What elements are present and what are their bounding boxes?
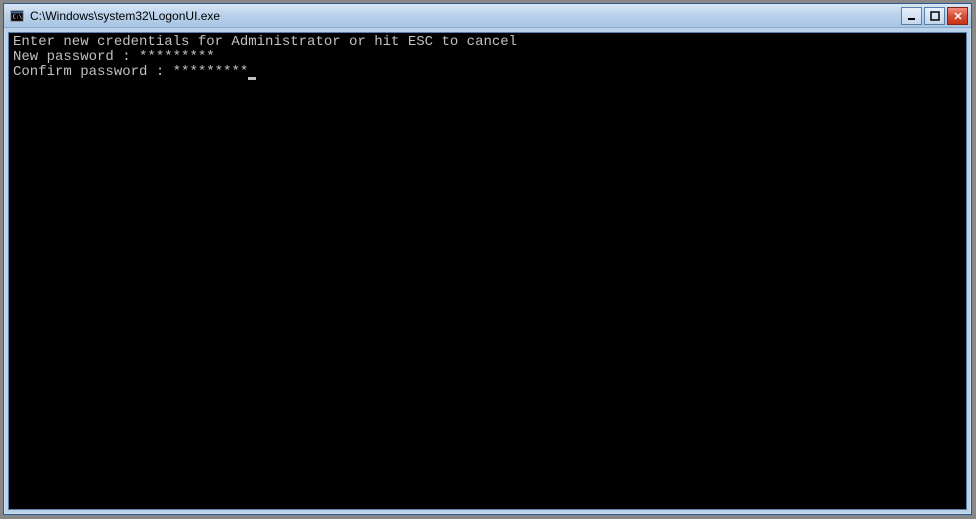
console-icon: C:\	[9, 8, 25, 24]
maximize-button[interactable]	[924, 7, 945, 25]
new-password-value: *********	[139, 49, 215, 65]
confirm-password-label: Confirm password :	[13, 64, 173, 80]
window-title: C:\Windows\system32\LogonUI.exe	[30, 9, 901, 23]
close-button[interactable]	[947, 7, 968, 25]
window-controls	[901, 7, 968, 25]
new-password-line: New password : *********	[13, 50, 962, 65]
new-password-label: New password :	[13, 49, 139, 65]
console-prompt-line: Enter new credentials for Administrator …	[13, 35, 962, 50]
confirm-password-line: Confirm password : *********	[13, 65, 962, 80]
text-cursor	[248, 77, 256, 80]
minimize-button[interactable]	[901, 7, 922, 25]
svg-text:C:\: C:\	[13, 14, 22, 20]
console-window: C:\ C:\Windows\system32\LogonUI.exe Ente…	[3, 3, 972, 515]
titlebar[interactable]: C:\ C:\Windows\system32\LogonUI.exe	[4, 4, 971, 28]
confirm-password-value: *********	[173, 64, 249, 80]
console-output[interactable]: Enter new credentials for Administrator …	[8, 32, 967, 510]
